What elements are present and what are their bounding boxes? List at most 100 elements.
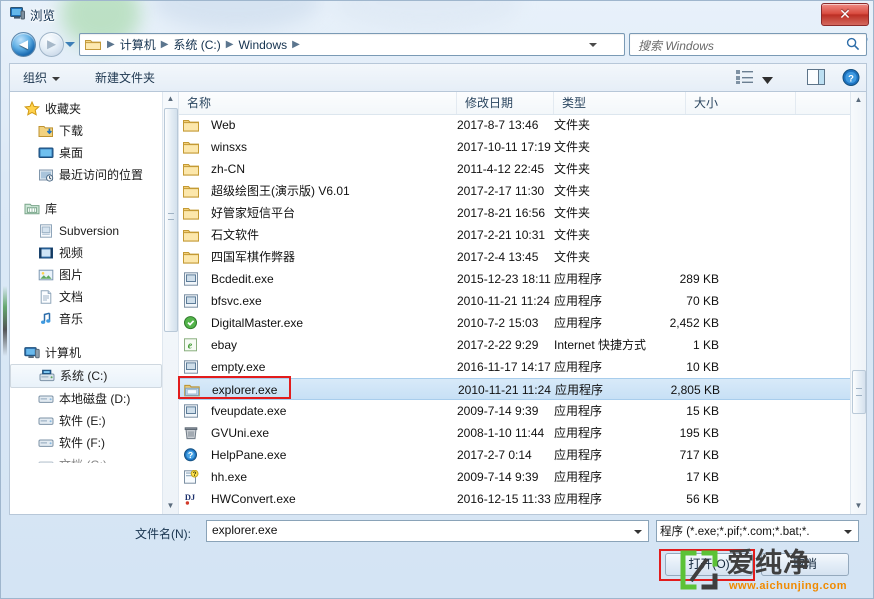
- table-row[interactable]: zh-CN 2011-4-12 22:45 文件夹: [179, 158, 851, 180]
- desktop-icon: [38, 145, 54, 161]
- sidebar-item-recent-places[interactable]: 最近访问的位置: [10, 164, 162, 186]
- sidebar-label: 本地磁盘 (D:): [59, 392, 131, 406]
- filetype-value: 程序 (*.exe;*.pif;*.com;*.bat;*.: [660, 526, 810, 538]
- sidebar-item-favorites[interactable]: 收藏夹: [10, 98, 162, 120]
- sidebar-label: 视频: [59, 246, 84, 260]
- pictures-icon: [38, 267, 54, 283]
- sidebar-item-subversion[interactable]: Subversion: [10, 220, 162, 242]
- file-date: 2017-2-17 11:30: [457, 184, 545, 198]
- breadcrumb: ▶ 计算机 ▶ 系统 (C:) ▶ Windows ▶: [105, 34, 302, 55]
- open-button[interactable]: 打开(O): [665, 553, 753, 576]
- sidebar-item-desktop[interactable]: 桌面: [10, 142, 162, 164]
- new-folder-button[interactable]: 新建文件夹: [88, 68, 162, 88]
- sidebar-item-pictures[interactable]: 图片: [10, 264, 162, 286]
- scroll-down-icon[interactable]: ▼: [163, 499, 178, 514]
- scroll-up-icon[interactable]: ▲: [163, 92, 178, 107]
- table-row[interactable]: GVUni.exe 2008-1-10 11:44 应用程序 195 KB: [179, 422, 851, 444]
- edge-color-artifact: [3, 286, 7, 356]
- search-icon: [846, 37, 860, 51]
- address-dropdown-button[interactable]: [584, 34, 602, 55]
- folder-tree: 收藏夹 下载 桌面 最近访问的位置 库 Subversion 视频 图片 文档 …: [10, 98, 162, 463]
- sidebar-item-documents-g[interactable]: 文档 (G:): [10, 454, 162, 463]
- sidebar-item-music[interactable]: 音乐: [10, 308, 162, 330]
- file-rows: Web 2017-8-7 13:46 文件夹 winsxs 2017-10-11…: [179, 114, 851, 514]
- file-type: 应用程序: [554, 316, 603, 330]
- scrollbar-thumb[interactable]: [164, 108, 178, 332]
- sidebar-item-libraries[interactable]: 库: [10, 198, 162, 220]
- drive-icon: [38, 435, 54, 451]
- search-input[interactable]: 搜索 Windows: [629, 33, 867, 56]
- scroll-down-icon[interactable]: ▼: [851, 498, 866, 514]
- file-size: 17 KB: [686, 470, 719, 484]
- table-row[interactable]: 超级绘图王(演示版) V6.01 2017-2-17 11:30 文件夹: [179, 180, 851, 202]
- table-row-selected[interactable]: explorer.exe 2010-11-21 11:24 应用程序 2,805…: [179, 378, 851, 400]
- breadcrumb-item-system-c[interactable]: 系统 (C:): [170, 36, 223, 53]
- help-icon[interactable]: ?: [842, 69, 860, 89]
- table-row[interactable]: Bcdedit.exe 2015-12-23 18:11 应用程序 289 KB: [179, 268, 851, 290]
- sidebar-item-software-f[interactable]: 软件 (F:): [10, 432, 162, 454]
- breadcrumb-item-computer[interactable]: 计算机: [117, 36, 159, 53]
- command-toolbar: 组织 新建文件夹 ?: [9, 63, 867, 91]
- file-name: explorer.exe: [212, 383, 278, 397]
- preview-pane-icon[interactable]: [807, 69, 825, 88]
- table-row[interactable]: empty.exe 2016-11-17 14:17 应用程序 10 KB: [179, 356, 851, 378]
- filename-label: 文件名(N):: [135, 527, 191, 541]
- sidebar-label: 文档 (G:): [59, 454, 107, 463]
- column-header-type[interactable]: 类型: [554, 92, 686, 114]
- file-date: 2010-7-2 15:03: [457, 316, 539, 330]
- explorer-body: 收藏夹 下载 桌面 最近访问的位置 库 Subversion 视频 图片 文档 …: [9, 91, 867, 515]
- sidebar-item-system-c[interactable]: 系统 (C:): [10, 364, 162, 388]
- scrollbar-thumb[interactable]: [852, 370, 866, 414]
- table-row[interactable]: bfsvc.exe 2010-11-21 11:24 应用程序 70 KB: [179, 290, 851, 312]
- file-name: HelpPane.exe: [211, 448, 287, 462]
- address-bar[interactable]: ▶ 计算机 ▶ 系统 (C:) ▶ Windows ▶: [79, 33, 625, 56]
- table-row[interactable]: 石文软件 2017-2-21 10:31 文件夹: [179, 224, 851, 246]
- table-row[interactable]: e ebay 2017-2-22 9:29 Internet 快捷方式 1 KB: [179, 334, 851, 356]
- column-header-size[interactable]: 大小: [686, 92, 796, 114]
- sidebar-item-downloads[interactable]: 下载: [10, 120, 162, 142]
- table-row[interactable]: ? hh.exe 2009-7-14 9:39 应用程序 17 KB: [179, 466, 851, 488]
- close-icon: ✕: [839, 6, 851, 22]
- table-row[interactable]: Web 2017-8-7 13:46 文件夹: [179, 114, 851, 136]
- table-row[interactable]: DJ HWConvert.exe 2016-12-15 11:33 应用程序 5…: [179, 488, 851, 510]
- table-row[interactable]: DigitalMaster.exe 2010-7-2 15:03 应用程序 2,…: [179, 312, 851, 334]
- filename-dropdown-icon[interactable]: [634, 530, 642, 534]
- view-mode-dropdown-icon[interactable]: [762, 73, 773, 87]
- sidebar-label: 软件 (F:): [59, 436, 105, 450]
- navigation-pane: 收藏夹 下载 桌面 最近访问的位置 库 Subversion 视频 图片 文档 …: [10, 92, 178, 514]
- column-header-date[interactable]: 修改日期: [457, 92, 554, 114]
- table-row[interactable]: winsxs 2017-10-11 17:19 文件夹: [179, 136, 851, 158]
- close-button[interactable]: ✕: [821, 3, 869, 26]
- column-header-name[interactable]: 名称: [179, 92, 457, 114]
- cancel-button[interactable]: 取消: [761, 553, 849, 576]
- table-row-partial[interactable]: [179, 510, 851, 514]
- file-date: 2015-12-23 18:11: [457, 272, 551, 286]
- back-button[interactable]: ◄: [11, 32, 36, 57]
- forward-button[interactable]: ►: [39, 32, 64, 57]
- sidebar-label: 图片: [59, 268, 84, 282]
- sidebar-item-videos[interactable]: 视频: [10, 242, 162, 264]
- breadcrumb-item-windows[interactable]: Windows: [235, 38, 290, 52]
- scroll-up-icon[interactable]: ▲: [851, 92, 866, 108]
- sidebar-item-local-disk-d[interactable]: 本地磁盘 (D:): [10, 388, 162, 410]
- search-placeholder: 搜索 Windows: [638, 39, 714, 53]
- sidebar-item-computer[interactable]: 计算机: [10, 342, 162, 364]
- sidebar-label: Subversion: [59, 224, 120, 238]
- file-list-scrollbar[interactable]: ▲ ▼: [850, 92, 866, 514]
- file-name: DigitalMaster.exe: [211, 316, 304, 330]
- table-row[interactable]: 四国军棋作弊器 2017-2-4 13:45 文件夹: [179, 246, 851, 268]
- table-row[interactable]: fveupdate.exe 2009-7-14 9:39 应用程序 15 KB: [179, 400, 851, 422]
- file-name: 好管家短信平台: [211, 206, 296, 220]
- navigation-pane-scrollbar[interactable]: ▲ ▼: [162, 92, 178, 514]
- filetype-dropdown-icon[interactable]: [844, 530, 852, 534]
- video-icon: [38, 245, 54, 261]
- history-dropdown-icon[interactable]: [65, 42, 75, 47]
- table-row[interactable]: ? HelpPane.exe 2017-2-7 0:14 应用程序 717 KB: [179, 444, 851, 466]
- file-type: 文件夹: [554, 250, 591, 264]
- sidebar-item-documents[interactable]: 文档: [10, 286, 162, 308]
- organize-button[interactable]: 组织: [16, 68, 67, 88]
- file-size: 289 KB: [679, 272, 719, 286]
- view-mode-icon[interactable]: [736, 69, 754, 88]
- sidebar-item-software-e[interactable]: 软件 (E:): [10, 410, 162, 432]
- table-row[interactable]: 好管家短信平台 2017-8-21 16:56 文件夹: [179, 202, 851, 224]
